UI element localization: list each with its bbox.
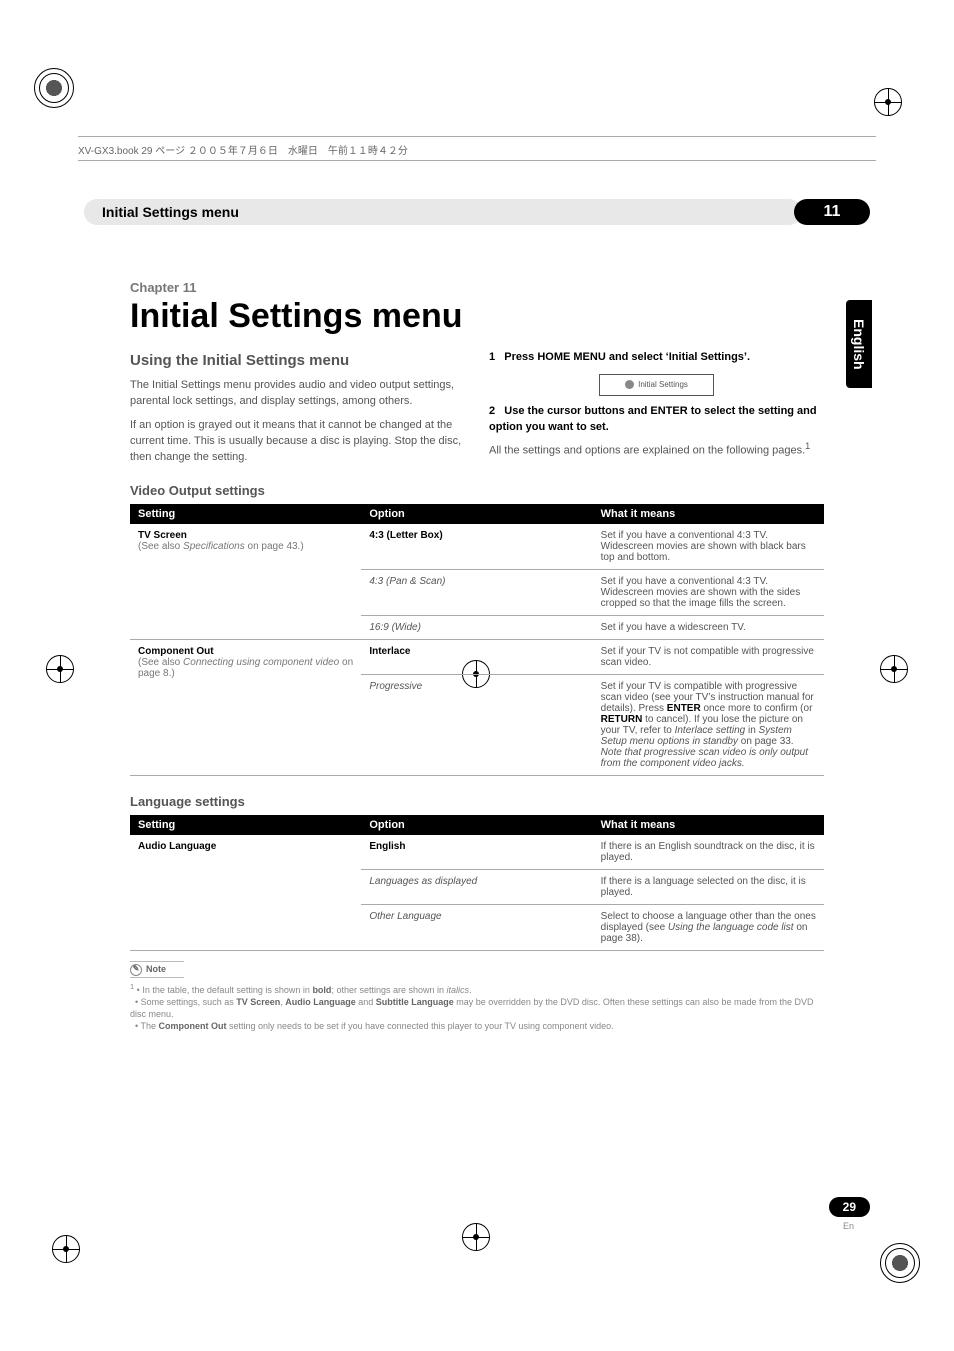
intro-p2: If an option is grayed out it means that…	[130, 418, 465, 466]
initial-settings-box: Initial Settings	[599, 374, 714, 396]
crop-mark-br	[880, 1243, 920, 1283]
note-icon: ✎	[130, 964, 142, 976]
table-row: Component Out (See also Connecting using…	[130, 640, 824, 675]
audio-language-label: Audio Language	[138, 841, 216, 852]
language-settings-heading: Language settings	[130, 794, 824, 809]
footnote-section: ✎ Note 1 • In the table, the default set…	[130, 961, 824, 1032]
col-meaning: What it means	[593, 504, 824, 524]
section-pill: Initial Settings menu	[84, 199, 802, 225]
footnote-ref: 1	[805, 441, 810, 451]
table-row: Audio Language English If there is an En…	[130, 835, 824, 870]
intro-p1: The Initial Settings menu provides audio…	[130, 378, 465, 410]
step-1: 1 Press HOME MENU and select ‘Initial Se…	[489, 350, 824, 366]
header-rule-top	[78, 136, 876, 137]
using-heading: Using the Initial Settings menu	[130, 350, 465, 372]
video-output-heading: Video Output settings	[130, 483, 824, 498]
col-setting: Setting	[130, 815, 361, 835]
step-2: 2 Use the cursor buttons and ENTER to se…	[489, 404, 824, 436]
chapter-line: Chapter 11	[130, 280, 824, 295]
tv-screen-label: TV Screen	[138, 530, 187, 541]
note-label: ✎ Note	[130, 961, 184, 977]
register-mark-tr	[874, 88, 902, 116]
crop-mark-tl	[34, 68, 74, 108]
book-header: XV-GX3.book 29 ページ ２００５年７月６日 水曜日 午前１１時４２…	[78, 142, 876, 157]
header-rule-bot	[78, 160, 876, 161]
register-mark-bc	[462, 1223, 490, 1251]
table-row: TV Screen (See also Specifications on pa…	[130, 524, 824, 570]
col-option: Option	[361, 815, 592, 835]
page-lang-en: En	[843, 1221, 854, 1231]
language-settings-table: Setting Option What it means Audio Langu…	[130, 815, 824, 951]
col-option: Option	[361, 504, 592, 524]
col-setting: Setting	[130, 504, 361, 524]
step2-desc: All the settings and options are explain…	[489, 444, 805, 456]
component-out-label: Component Out	[138, 646, 214, 657]
language-side-tab: English	[846, 300, 872, 388]
register-mark-bl	[52, 1235, 80, 1263]
register-mark-r	[880, 655, 908, 683]
chapter-number-badge: 11	[794, 199, 870, 225]
col-meaning: What it means	[593, 815, 824, 835]
video-output-table: Setting Option What it means TV Screen (…	[130, 504, 824, 776]
register-mark-l	[46, 655, 74, 683]
initial-settings-box-label: Initial Settings	[638, 379, 688, 391]
page-title: Initial Settings menu	[130, 297, 824, 336]
gear-icon	[625, 380, 634, 389]
page-number-badge: 29	[829, 1197, 870, 1217]
